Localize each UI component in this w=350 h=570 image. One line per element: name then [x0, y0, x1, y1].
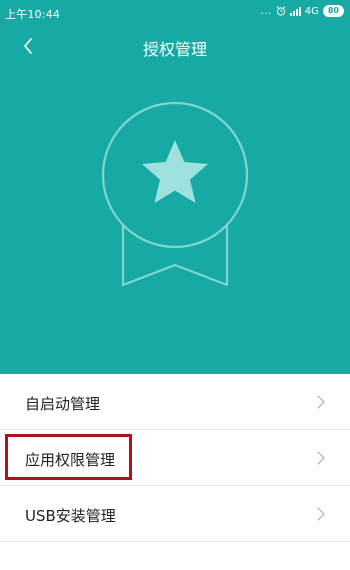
page-title: 授权管理	[142, 40, 207, 59]
header-hero: 上午10:44 ... 4G 80 授权管理	[0, 0, 350, 374]
navigation-bar: 授权管理	[0, 28, 350, 64]
more-dots-icon: ...	[260, 5, 272, 17]
list-item-label: 自启动管理	[25, 395, 101, 413]
alarm-clock-icon	[276, 6, 286, 16]
chevron-right-icon	[317, 451, 325, 465]
status-bar: 上午10:44 ... 4G 80	[0, 0, 350, 26]
list-item-label: USB安装管理	[25, 507, 116, 525]
chevron-right-icon	[317, 507, 325, 521]
signal-icon	[289, 6, 301, 16]
battery-indicator: 80	[322, 5, 344, 17]
network-type: 4G	[304, 5, 319, 17]
list-item-autostart-management[interactable]: 自启动管理	[0, 374, 350, 430]
chevron-right-icon	[317, 395, 325, 409]
status-icons: ... 4G 80	[261, 5, 344, 17]
highlight-annotation-box	[5, 434, 132, 480]
status-time: 上午10:44	[5, 8, 61, 21]
list-item-usb-install-management[interactable]: USB安装管理	[0, 486, 350, 542]
star-ribbon-badge-icon	[101, 101, 249, 287]
